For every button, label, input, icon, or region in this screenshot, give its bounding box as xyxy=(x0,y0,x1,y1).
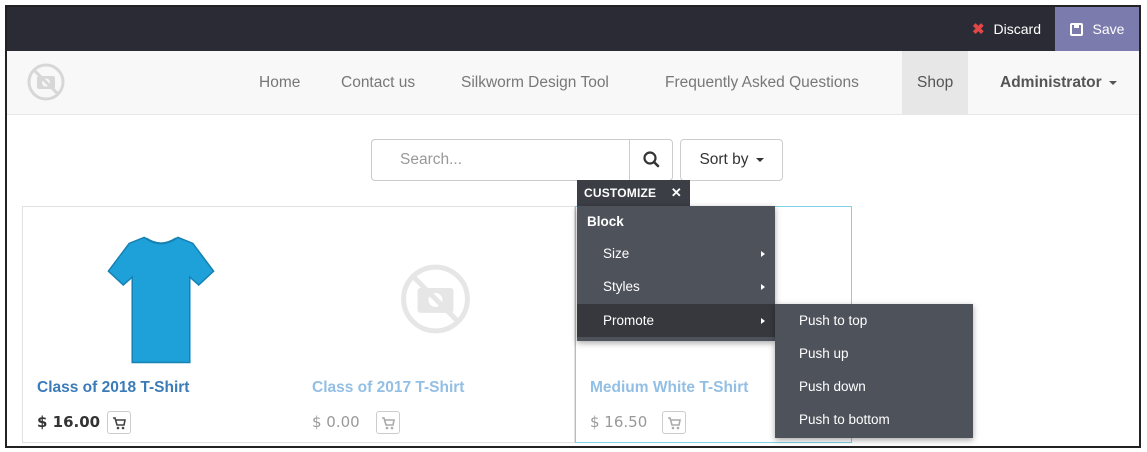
shopping-cart-icon xyxy=(382,417,395,430)
promote-submenu: Push to top Push up Push down Push to bo… xyxy=(775,304,973,438)
caret-down-icon xyxy=(755,157,764,162)
add-to-cart-button[interactable] xyxy=(107,411,131,434)
site-navbar: Home Contact us Silkworm Design Tool Fre… xyxy=(7,51,1139,115)
nav-silkworm-design-tool[interactable]: Silkworm Design Tool xyxy=(461,51,609,114)
product-name[interactable]: Class of 2017 T-Shirt xyxy=(312,379,464,397)
product-card[interactable]: Class of 2017 T-Shirt $ 0.00 xyxy=(298,206,575,443)
caret-down-icon xyxy=(1108,80,1117,85)
nav-home[interactable]: Home xyxy=(259,51,300,114)
tshirt-image[interactable] xyxy=(23,207,298,372)
caret-right-icon xyxy=(761,318,765,324)
sort-by-dropdown[interactable]: Sort by xyxy=(680,139,783,181)
save-button[interactable]: Save xyxy=(1055,7,1139,51)
product-price: $ 16.50 xyxy=(590,413,648,431)
save-label: Save xyxy=(1092,21,1125,37)
nav-shop[interactable]: Shop xyxy=(902,51,969,114)
add-to-cart-button[interactable] xyxy=(662,411,686,434)
sort-by-label: Sort by xyxy=(699,151,749,168)
user-menu[interactable]: Administrator xyxy=(1000,51,1117,114)
search-button[interactable] xyxy=(629,139,673,181)
product-price: $ 16.00 xyxy=(37,413,101,431)
nav-faq[interactable]: Frequently Asked Questions xyxy=(665,51,859,114)
caret-right-icon xyxy=(761,284,765,290)
close-icon: ✖ xyxy=(971,21,985,38)
logo-placeholder-icon[interactable] xyxy=(21,59,71,105)
no-image-placeholder-icon[interactable] xyxy=(298,207,574,372)
push-to-bottom-item[interactable]: Push to bottom xyxy=(775,403,973,436)
shopping-cart-icon xyxy=(113,417,126,430)
discard-label: Discard xyxy=(993,21,1041,37)
product-name[interactable]: Class of 2018 T-Shirt xyxy=(37,379,189,397)
customize-toggle[interactable]: CUSTOMIZE ✕ xyxy=(577,180,690,206)
customize-menu: Block Size Styles Promote xyxy=(577,206,775,341)
product-name[interactable]: Medium White T-Shirt xyxy=(590,379,748,397)
nav-contact-us[interactable]: Contact us xyxy=(341,51,415,114)
caret-right-icon xyxy=(761,251,765,257)
menu-item-styles[interactable]: Styles xyxy=(577,270,775,303)
shopping-cart-icon xyxy=(668,417,681,430)
push-to-top-item[interactable]: Push to top xyxy=(775,304,973,337)
menu-item-label: Promote xyxy=(603,313,655,328)
menu-section-title: Block xyxy=(587,214,624,229)
close-icon[interactable]: ✕ xyxy=(671,180,682,206)
editor-toolbar: ✖ Discard Save xyxy=(7,7,1139,51)
push-up-item[interactable]: Push up xyxy=(775,337,973,370)
menu-item-size[interactable]: Size xyxy=(577,237,775,270)
user-name: Administrator xyxy=(1000,74,1102,91)
menu-item-promote[interactable]: Promote xyxy=(577,304,775,337)
discard-button[interactable]: ✖ Discard xyxy=(958,7,1055,51)
search-input[interactable]: Search... xyxy=(371,139,629,181)
menu-item-label: Size xyxy=(603,246,630,261)
product-card[interactable]: Class of 2018 T-Shirt $ 16.00 xyxy=(22,206,299,443)
push-down-item[interactable]: Push down xyxy=(775,370,973,403)
menu-item-label: Styles xyxy=(603,279,640,294)
search-icon xyxy=(643,151,660,168)
add-to-cart-button[interactable] xyxy=(376,411,400,434)
browser-viewport: ✖ Discard Save Home Contact us Silkworm … xyxy=(5,5,1141,448)
customize-label: CUSTOMIZE xyxy=(584,186,657,200)
floppy-disk-icon xyxy=(1069,22,1083,36)
product-price: $ 0.00 xyxy=(312,413,360,431)
